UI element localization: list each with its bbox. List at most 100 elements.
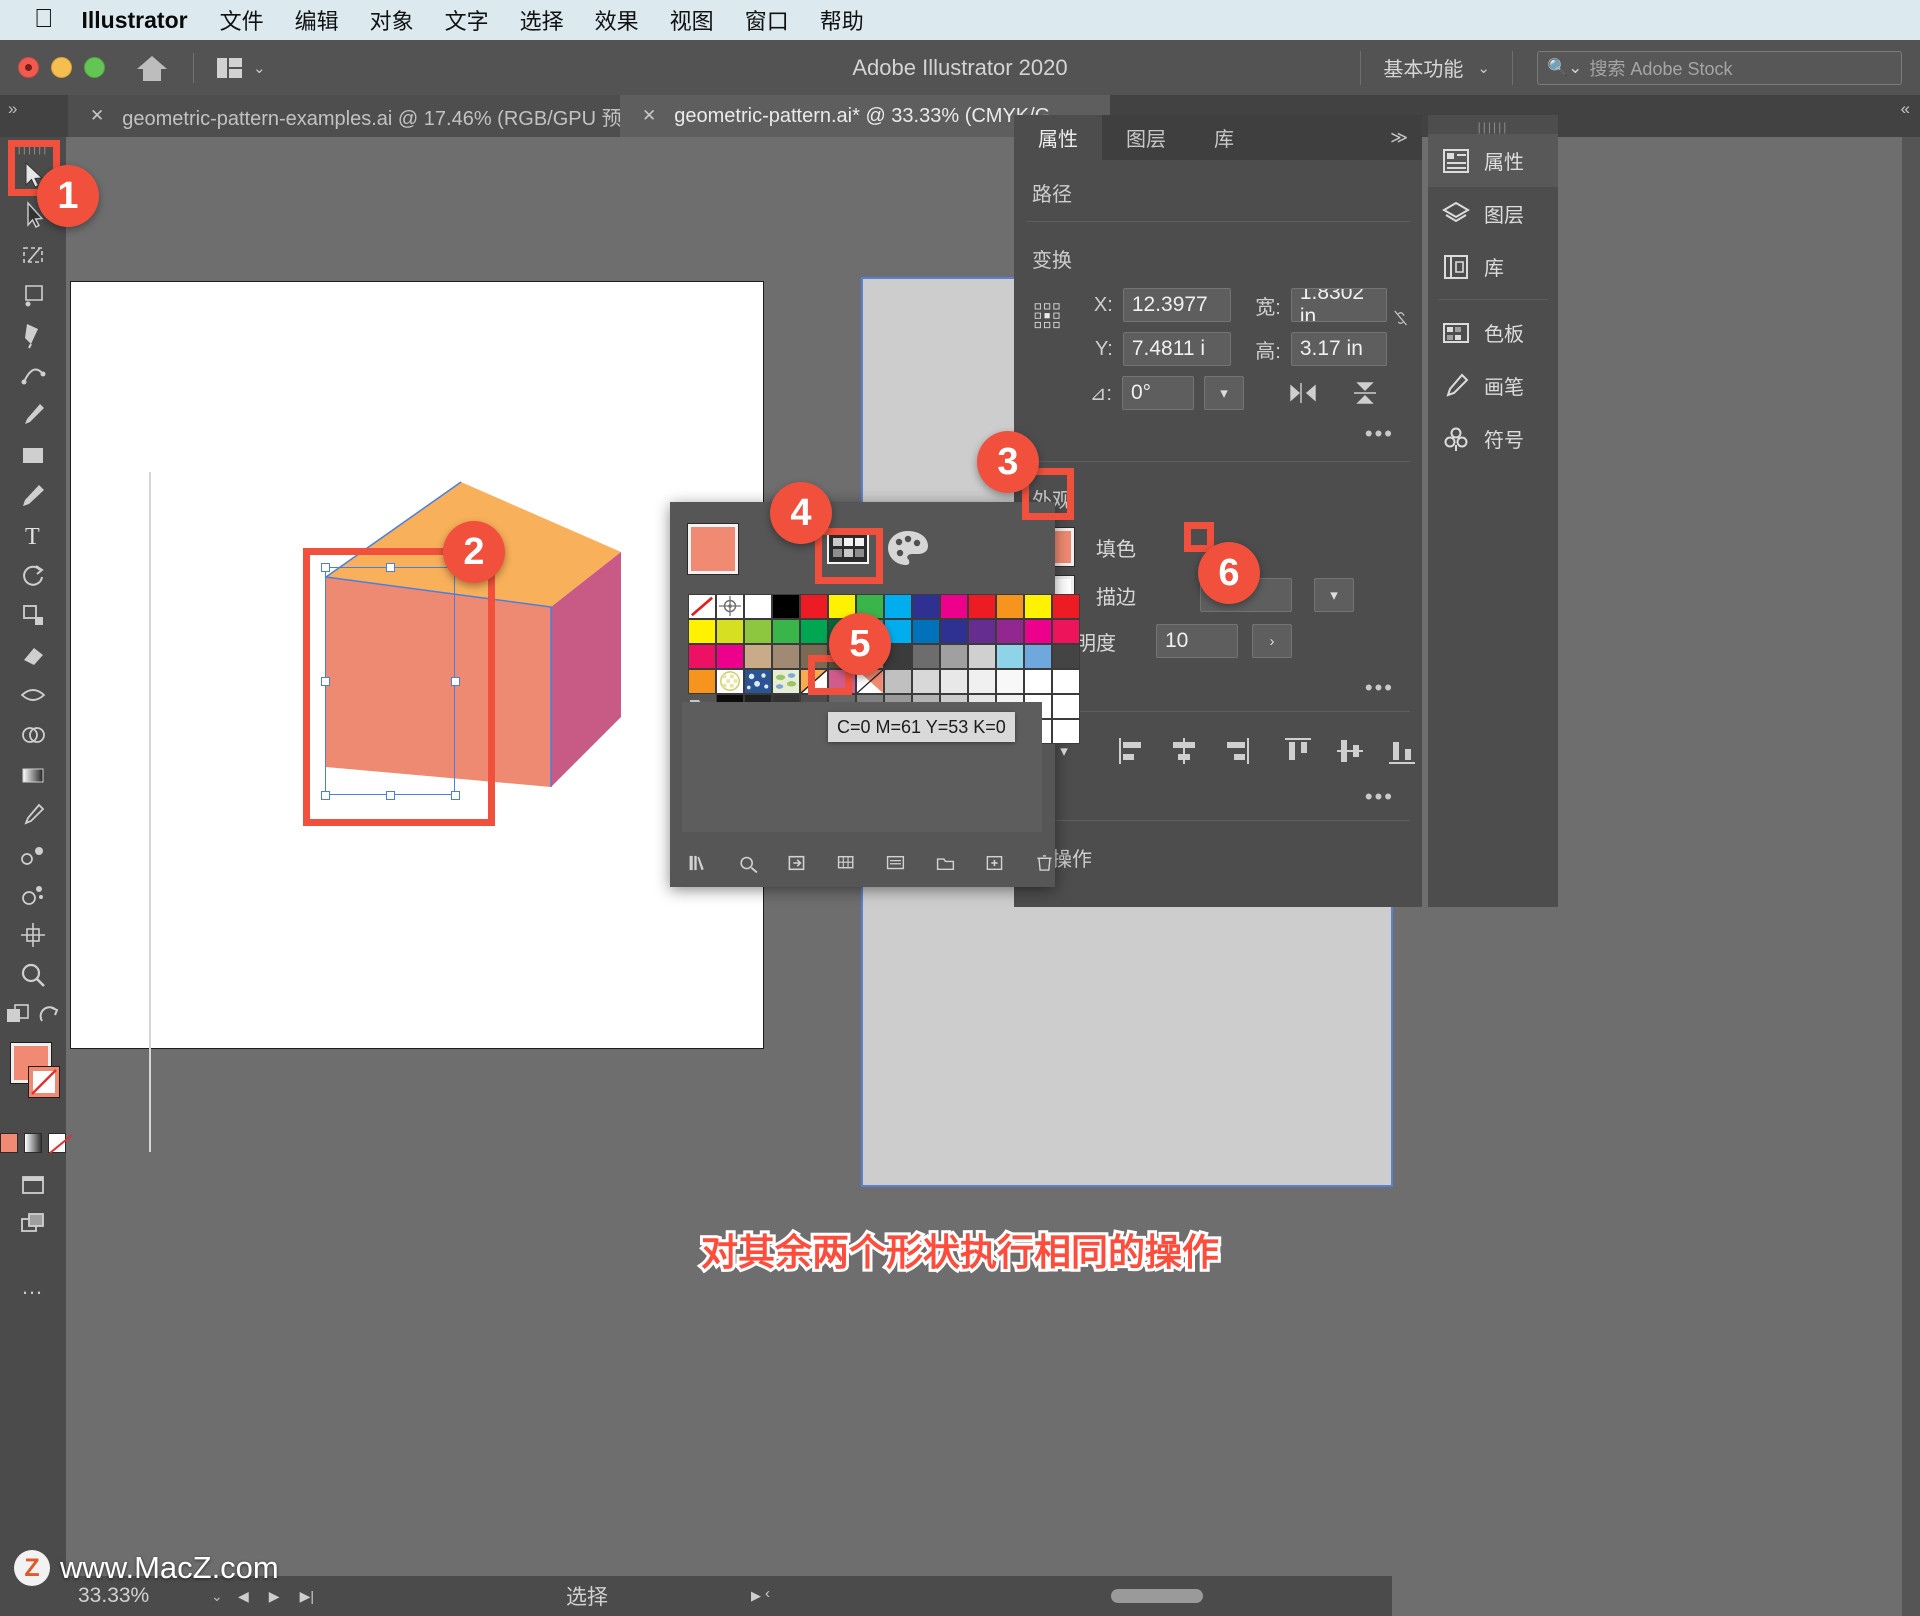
swatch-color[interactable] [1052, 669, 1080, 694]
menu-item-window[interactable]: 窗口 [745, 4, 789, 36]
swatch-color[interactable] [912, 669, 940, 694]
shape-builder-tool[interactable] [0, 715, 66, 755]
arrange-documents-icon[interactable]: ⌄ [216, 56, 266, 80]
swatch-libraries-menu-icon[interactable] [688, 851, 709, 875]
swatch-color[interactable] [912, 594, 940, 619]
horizontal-scrollbar[interactable]: ‹ [765, 1585, 1781, 1603]
swatch-color[interactable] [912, 644, 940, 669]
swatch-color[interactable] [996, 619, 1024, 644]
home-icon[interactable] [135, 53, 169, 83]
dock-item-layers[interactable]: 图层 [1428, 187, 1558, 240]
scroll-left-icon[interactable]: ‹ [765, 1585, 770, 1602]
swatch-pattern-blue-floral[interactable] [744, 669, 772, 694]
swap-fill-stroke-icon[interactable] [39, 1005, 61, 1027]
eyedropper-tool[interactable] [0, 795, 66, 835]
dock-item-properties[interactable]: 属性 [1428, 134, 1558, 187]
align-top-icon[interactable] [1282, 735, 1314, 767]
artboard-tool[interactable] [0, 915, 66, 955]
color-icon[interactable] [0, 1133, 18, 1153]
zoom-tool[interactable] [0, 955, 66, 995]
collapse-panels-right-icon[interactable]: « [1901, 99, 1910, 119]
gradient-icon[interactable] [24, 1133, 42, 1153]
swatch-color[interactable] [940, 594, 968, 619]
close-icon[interactable]: ✕ [642, 106, 656, 126]
swatch-color[interactable] [1052, 619, 1080, 644]
swatch-color[interactable] [772, 619, 800, 644]
lasso-tool[interactable] [0, 275, 66, 315]
swatch-color[interactable] [1052, 594, 1080, 619]
add-to-library-icon[interactable] [787, 851, 808, 875]
magic-wand-tool[interactable] [0, 235, 66, 275]
nav-last-icon[interactable]: ▶| [300, 1588, 314, 1605]
collapse-panels-left-icon[interactable]: » [8, 99, 17, 119]
swatch-color[interactable] [744, 644, 772, 669]
x-input[interactable]: 12.3977 [1122, 288, 1231, 322]
close-icon[interactable]: ✕ [90, 106, 104, 126]
appearance-more-options-icon[interactable]: ••• [1365, 675, 1394, 700]
curvature-tool[interactable] [0, 355, 66, 395]
scroll-thumb[interactable] [1111, 1589, 1203, 1603]
dock-item-libraries[interactable]: 库 [1428, 240, 1558, 293]
swatch-color[interactable] [996, 594, 1024, 619]
search-input[interactable]: 🔍⌄ 搜索 Adobe Stock [1537, 50, 1902, 85]
panel-menu-icon[interactable]: ≫ [1390, 115, 1422, 160]
swatch-color[interactable] [1052, 694, 1080, 719]
align-more-options-icon[interactable]: ••• [1365, 784, 1394, 809]
align-left-icon[interactable] [1116, 735, 1148, 767]
chevron-down-icon[interactable]: ⌄ [253, 59, 266, 77]
reference-point-selector[interactable] [1034, 293, 1061, 339]
swatch-color[interactable] [1024, 669, 1052, 694]
swatch-color[interactable] [968, 594, 996, 619]
swatch-pattern-green-leaf[interactable] [772, 669, 800, 694]
swatch-color[interactable] [996, 669, 1024, 694]
rectangle-tool[interactable] [0, 435, 66, 475]
height-input[interactable]: 3.17 in [1290, 332, 1387, 366]
status-menu-icon[interactable]: ▶ [751, 1588, 761, 1604]
swatch-color[interactable] [716, 619, 744, 644]
swatch-color[interactable] [688, 644, 716, 669]
blend-tool[interactable] [0, 835, 66, 875]
current-swatch-preview[interactable] [687, 523, 739, 575]
swatch-color[interactable] [1052, 644, 1080, 669]
paintbrush-tool[interactable] [0, 395, 66, 435]
scale-tool[interactable] [0, 595, 66, 635]
tab-layers[interactable]: 图层 [1102, 115, 1190, 160]
menu-item-edit[interactable]: 编辑 [295, 4, 339, 36]
swatch-color[interactable] [884, 594, 912, 619]
dock-item-swatches[interactable]: 色板 [1428, 306, 1558, 359]
apple-icon[interactable]:  [34, 5, 54, 31]
unlink-icon[interactable] [1393, 303, 1408, 333]
swatch-color[interactable] [688, 669, 716, 694]
menu-item-view[interactable]: 视图 [670, 4, 714, 36]
menu-item-object[interactable]: 对象 [370, 4, 414, 36]
dock-item-brushes[interactable]: 画笔 [1428, 359, 1558, 412]
swatch-registration[interactable] [716, 594, 744, 619]
blob-brush-tool[interactable] [0, 475, 66, 515]
opacity-options-icon[interactable]: › [1252, 624, 1292, 658]
symbol-sprayer-tool[interactable] [0, 875, 66, 915]
stroke-weight-dropdown-icon[interactable]: ▾ [1314, 578, 1354, 612]
zoom-dropdown-icon[interactable]: ⌄ [211, 1588, 223, 1605]
zoom-level-input[interactable]: 33.33% [78, 1584, 149, 1608]
swatch-color[interactable] [772, 594, 800, 619]
flip-vertical-icon[interactable] [1350, 380, 1380, 406]
align-bottom-icon[interactable] [1386, 735, 1418, 767]
new-color-group-icon[interactable] [936, 851, 957, 875]
width-tool[interactable] [0, 675, 66, 715]
type-tool[interactable]: T [0, 515, 66, 555]
eraser-tool[interactable] [0, 635, 66, 675]
width-input[interactable]: 1.8302 in [1290, 288, 1387, 322]
menu-item-type[interactable]: 文字 [445, 4, 489, 36]
dock-item-symbols[interactable]: 符号 [1428, 412, 1558, 465]
menu-item-help[interactable]: 帮助 [820, 4, 864, 36]
nav-next-icon[interactable]: ▶ [269, 1588, 280, 1605]
screen-mode-tool[interactable] [0, 1165, 66, 1205]
gradient-tool[interactable] [0, 755, 66, 795]
swatch-color[interactable] [968, 644, 996, 669]
swatch-color[interactable] [772, 644, 800, 669]
dock-grip[interactable]: |||||| [1428, 115, 1558, 134]
swatch-color[interactable] [968, 619, 996, 644]
swatch-color[interactable] [884, 669, 912, 694]
swatch-none[interactable] [688, 594, 716, 619]
swatch-color[interactable] [1024, 644, 1052, 669]
